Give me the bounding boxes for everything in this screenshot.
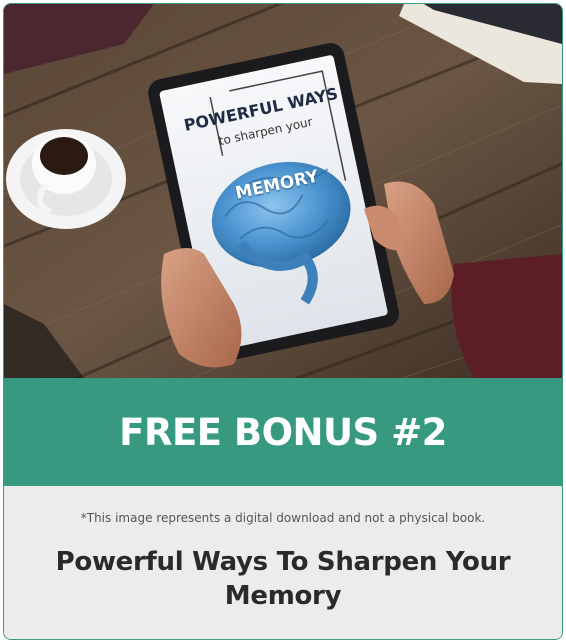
bonus-card: POWERFUL WAYS to sharpen your MEMORY FRE… xyxy=(3,3,563,640)
product-title: Powerful Ways To Sharpen Your Memory xyxy=(55,547,511,611)
bonus-title: FREE BONUS #2 xyxy=(119,410,447,454)
bonus-banner: FREE BONUS #2 xyxy=(4,378,562,486)
disclaimer-text: *This image represents a digital downloa… xyxy=(80,511,486,525)
product-photo: POWERFUL WAYS to sharpen your MEMORY xyxy=(4,4,562,378)
bonus-info: *This image represents a digital downloa… xyxy=(4,486,562,639)
